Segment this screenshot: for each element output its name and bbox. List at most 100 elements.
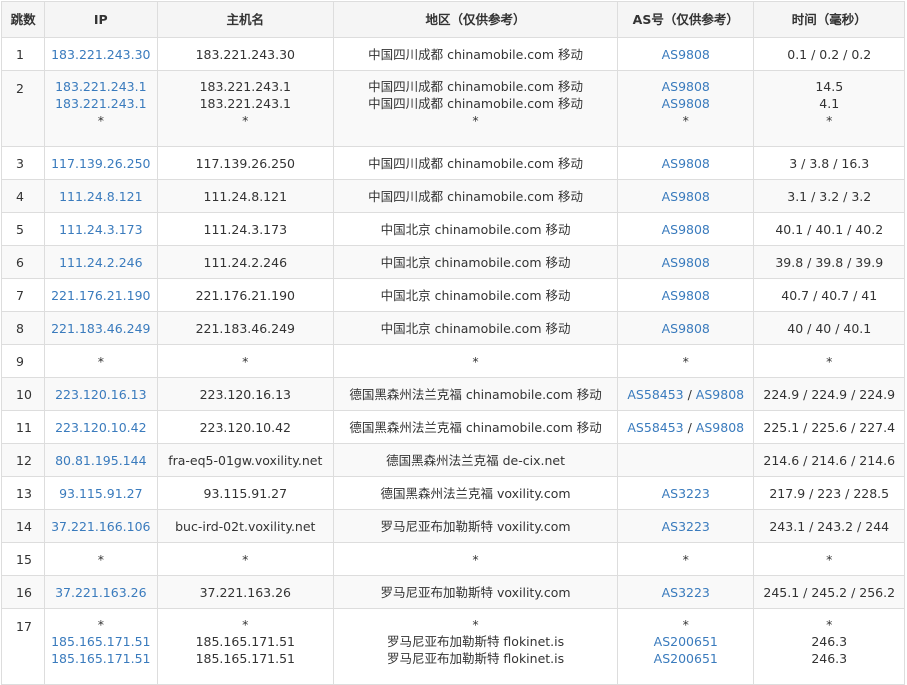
- region-cell: *: [333, 542, 619, 576]
- as-cell: * AS200651 AS200651: [617, 608, 755, 685]
- as-separator: /: [683, 419, 696, 435]
- as-link[interactable]: AS9808: [662, 189, 710, 204]
- as-link[interactable]: AS200651: [654, 634, 718, 649]
- region-cell: 德国黑森州法兰克福 chinamobile.com 移动: [333, 377, 619, 411]
- time-cell: 217.9 / 223 / 228.5: [753, 476, 905, 510]
- region-cell: 中国四川成都 chinamobile.com 移动: [333, 179, 619, 213]
- hop-cell: 15: [0, 542, 46, 576]
- as-line: AS9808: [618, 155, 753, 172]
- ip-link[interactable]: 111.24.2.246: [45, 254, 156, 271]
- as-line: AS9808: [618, 287, 753, 304]
- ip-link[interactable]: 93.115.91.27: [45, 485, 156, 502]
- as-line: AS58453 / AS9808: [618, 419, 753, 436]
- hop-cell: 10: [0, 377, 46, 411]
- as-line: AS9808: [618, 95, 753, 112]
- region-text: 中国北京 chinamobile.com 移动: [380, 221, 571, 237]
- as-link[interactable]: AS9808: [662, 79, 710, 94]
- region-cell: 中国北京 chinamobile.com 移动: [333, 278, 619, 312]
- region-text: 罗马尼亚布加勒斯特 flokinet.is: [386, 651, 565, 666]
- as-link[interactable]: AS9808: [662, 288, 710, 303]
- region-cell: 中国北京 chinamobile.com 移动: [333, 311, 619, 345]
- hostname-cell: 183.221.243.30: [156, 37, 335, 71]
- hostname-cell: fra-eq5-01gw.voxility.net: [156, 443, 335, 477]
- as-link[interactable]: AS9808: [696, 387, 744, 402]
- header-hostname: 主机名: [156, 1, 335, 38]
- ip-link[interactable]: 111.24.3.173: [45, 221, 156, 238]
- hostname-text: 111.24.8.121: [203, 188, 288, 204]
- as-cell: AS9808: [617, 146, 755, 180]
- hop-number: 17: [16, 619, 32, 634]
- region-text: 中国四川成都 chinamobile.com 移动: [368, 46, 583, 62]
- region-cell: 中国四川成都 chinamobile.com 移动: [333, 146, 619, 180]
- ip-link[interactable]: 37.221.163.26: [45, 584, 156, 601]
- as-link[interactable]: AS9808: [662, 156, 710, 171]
- hop-number: 5: [16, 221, 24, 237]
- as-link[interactable]: AS200651: [654, 651, 718, 666]
- hostname-text: *: [242, 551, 249, 567]
- table-row: 1 183.221.243.30 183.221.243.30 中国四川成都 chin…: [0, 37, 905, 71]
- region-cell: * 罗马尼亚布加勒斯特 flokinet.is 罗马尼亚布加勒斯特 flokinet…: [333, 608, 619, 685]
- ip-link[interactable]: 111.24.8.121: [45, 188, 156, 205]
- ip-link[interactable]: 185.165.171.51: [45, 650, 156, 667]
- as-link[interactable]: AS9808: [662, 96, 710, 111]
- region-cell: *: [333, 344, 619, 378]
- hostname-text: 223.120.16.13: [199, 386, 292, 402]
- as-link[interactable]: AS58453: [627, 420, 683, 435]
- as-link[interactable]: AS9808: [662, 321, 710, 336]
- region-text: *: [472, 353, 479, 369]
- as-line: AS58453 / AS9808: [618, 386, 753, 403]
- hostname-cell: 37.221.163.26: [156, 575, 335, 609]
- as-link[interactable]: AS3223: [662, 486, 710, 501]
- table-body: 1 183.221.243.30 183.221.243.30 中国四川成都 chin…: [0, 37, 905, 685]
- ip-link[interactable]: 37.221.166.106: [45, 518, 156, 535]
- ip-link[interactable]: 221.176.21.190: [45, 287, 156, 304]
- hostname-cell: *: [156, 344, 335, 378]
- ip-link[interactable]: 223.120.10.42: [45, 419, 156, 436]
- ip-cell: 93.115.91.27: [44, 476, 158, 510]
- ip-link[interactable]: 183.221.243.30: [45, 46, 156, 63]
- hop-number: 2: [16, 81, 24, 96]
- as-line: AS9808: [618, 188, 753, 205]
- region-cell: 中国四川成都 chinamobile.com 移动: [333, 37, 619, 71]
- ip-link[interactable]: 80.81.195.144: [45, 452, 156, 469]
- hostname-text: 93.115.91.27: [203, 485, 288, 501]
- hop-cell: 8: [0, 311, 46, 345]
- ip-link[interactable]: 223.120.16.13: [45, 386, 156, 403]
- ip-link[interactable]: 183.221.243.1: [45, 78, 156, 95]
- as-link[interactable]: AS9808: [662, 222, 710, 237]
- ip-link[interactable]: 183.221.243.1: [45, 95, 156, 112]
- as-cell: AS9808: [617, 37, 755, 71]
- as-cell: AS9808: [617, 278, 755, 312]
- traceroute-table: 跳数 IP 主机名 地区（仅供参考） AS号（仅供参考） 时间（毫秒） 1 183…: [0, 1, 905, 685]
- as-link[interactable]: AS9808: [696, 420, 744, 435]
- as-link[interactable]: AS3223: [662, 585, 710, 600]
- time-cell: 40.1 / 40.1 / 40.2: [753, 212, 905, 246]
- header-ip: IP: [44, 1, 158, 38]
- ip-link[interactable]: 185.165.171.51: [45, 633, 156, 650]
- as-link[interactable]: AS58453: [627, 387, 683, 402]
- ip-link[interactable]: 117.139.26.250: [45, 155, 156, 172]
- as-link[interactable]: AS3223: [662, 519, 710, 534]
- hostname-text: *: [242, 113, 249, 128]
- hostname-cell: 223.120.16.13: [156, 377, 335, 411]
- as-cell: AS58453 / AS9808: [617, 377, 755, 411]
- hop-number: 7: [16, 287, 24, 303]
- ip-link[interactable]: 221.183.46.249: [45, 320, 156, 337]
- as-line: AS3223: [618, 518, 753, 535]
- latency-text: 217.9 / 223 / 228.5: [769, 485, 890, 501]
- hostname-cell: 111.24.8.121: [156, 179, 335, 213]
- hostname-cell: 221.176.21.190: [156, 278, 335, 312]
- hostname-text: 37.221.163.26: [199, 584, 292, 600]
- as-line: AS200651: [618, 650, 753, 667]
- hostname-text: 185.165.171.51: [195, 651, 295, 666]
- table-row: 8 221.183.46.249 221.183.46.249 中国北京 chinam…: [0, 311, 905, 345]
- ip-cell: 111.24.8.121: [44, 179, 158, 213]
- as-link[interactable]: AS9808: [662, 47, 710, 62]
- hop-number: 14: [16, 518, 32, 534]
- ip-cell: 37.221.163.26: [44, 575, 158, 609]
- table-row: 9 * * * * *: [0, 344, 905, 378]
- as-cell: AS3223: [617, 575, 755, 609]
- hostname-cell: 223.120.10.42: [156, 410, 335, 444]
- as-link[interactable]: AS9808: [662, 255, 710, 270]
- time-cell: 245.1 / 245.2 / 256.2: [753, 575, 905, 609]
